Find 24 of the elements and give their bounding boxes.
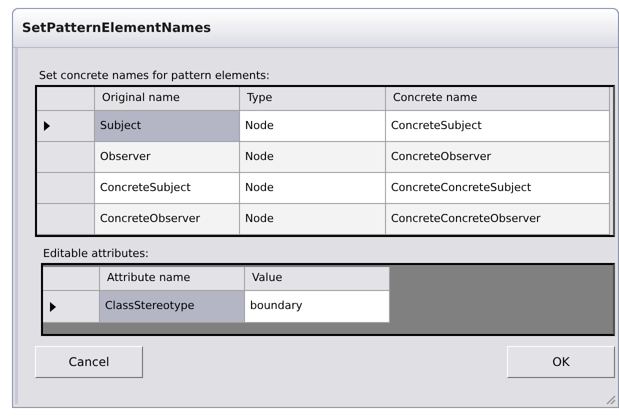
ok-button[interactable]: OK [507,346,615,378]
table-cell[interactable]: ConcreteObserver [386,142,610,173]
cancel-button[interactable]: Cancel [35,346,143,378]
table-cell[interactable]: ConcreteConcreteObserver [386,204,610,235]
column-header[interactable]: Value [245,267,390,291]
table-cell[interactable]: ConcreteSubject [386,111,610,142]
table-cell[interactable]: Node [240,142,386,173]
table-cell[interactable]: ConcreteObserver [95,204,240,235]
table-cell[interactable]: Node [240,173,386,204]
table-cell[interactable]: boundary [245,291,390,323]
column-header[interactable]: Original name [95,87,240,111]
section-label: Set concrete names for pattern elements: [39,69,271,83]
column-header[interactable]: Attribute name [100,267,245,291]
table-cell[interactable]: Subject [95,111,240,142]
table-cell[interactable]: Node [240,204,386,235]
table-cell[interactable]: Node [240,111,386,142]
table-cell[interactable]: Observer [95,142,240,173]
table-cell[interactable]: ConcreteSubject [95,173,240,204]
window-title: SetPatternElementNames [22,20,211,36]
table-cell[interactable]: ConcreteConcreteSubject [386,173,610,204]
section-label: Editable attributes: [43,247,150,261]
column-header[interactable]: Type [240,87,386,111]
table-cell[interactable]: ClassStereotype [100,291,245,323]
column-header[interactable]: Concrete name [386,87,610,111]
